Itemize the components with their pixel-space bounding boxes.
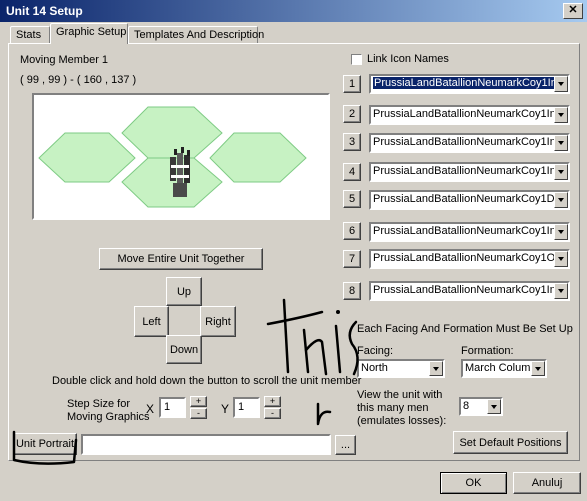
unit-portrait-button[interactable]: Unit Portrait [13,433,77,455]
moving-member-label: Moving Member 1 [20,54,109,66]
chevron-down-icon[interactable] [554,251,568,267]
chevron-down-icon[interactable] [429,361,443,376]
set-default-positions-button[interactable]: Set Default Positions [453,431,568,454]
link-icon-names-checkbox[interactable] [351,54,362,65]
facing-formation-note: Each Facing And Formation Must Be Set Up [357,323,573,335]
hex-grid [38,106,307,208]
member-5-button[interactable]: 5 [343,190,361,208]
chevron-down-icon[interactable] [554,283,568,299]
member-3-value: PrussiaLandBatallionNeumarkCoy1InfantryI [373,136,570,148]
view-men-label-line3: (emulates losses): [357,415,447,427]
left-button[interactable]: Left [134,306,169,337]
member-4-value: PrussiaLandBatallionNeumarkCoy1InfantryI [373,165,570,177]
formation-label: Formation: [461,345,514,357]
step-y-increment[interactable]: + [264,396,281,407]
member-2-button[interactable]: 2 [343,105,361,123]
member-8-value: PrussiaLandBatallionNeumarkCoy1InfantryI [373,284,570,296]
chevron-down-icon[interactable] [554,76,568,92]
step-y-label: Y [221,402,230,416]
unit-portrait-path-field[interactable] [81,434,331,455]
chevron-down-icon[interactable] [554,192,568,208]
step-x-label: X [146,402,155,416]
facing-value: North [361,362,388,374]
step-x-input[interactable]: 1 [159,397,186,418]
scroll-hint: Double click and hold down the button to… [52,375,362,387]
window-title: Unit 14 Setup [6,4,83,18]
member-1-button[interactable]: 1 [343,75,361,93]
member-6-button[interactable]: 6 [343,222,361,240]
view-men-label-line2: this many men [357,402,429,414]
member-7-value: PrussiaLandBatallionNeumarkCoy1OfficerIr [373,252,570,264]
step-x-decrement[interactable]: - [190,408,207,419]
member-coords: ( 99 , 99 ) - ( 160 , 137 ) [20,74,137,86]
member-3-button[interactable]: 3 [343,133,361,151]
facing-select[interactable]: North [357,359,445,378]
right-button[interactable]: Right [200,306,236,337]
close-button[interactable]: ✕ [563,3,583,19]
hex-right [209,132,307,183]
member-5-select[interactable]: PrussiaLandBatallionNeumarkCoy1Drumme [369,190,570,210]
chevron-down-icon[interactable] [487,399,501,414]
member-4-button[interactable]: 4 [343,163,361,181]
member-6-select[interactable]: PrussiaLandBatallionNeumarkCoy1InfantryI [369,222,570,242]
down-button[interactable]: Down [166,335,202,364]
men-count-select[interactable]: 8 [459,397,503,416]
member-5-value: PrussiaLandBatallionNeumarkCoy1Drumme [373,193,570,205]
step-size-label-line2: Moving Graphics [67,411,150,423]
title-bar [0,0,587,22]
unit-preview[interactable] [32,93,330,220]
member-7-button[interactable]: 7 [343,250,361,268]
chevron-down-icon[interactable] [531,361,545,376]
step-x-increment[interactable]: + [190,396,207,407]
chevron-down-icon[interactable] [554,224,568,240]
hex-left [38,132,136,183]
up-button[interactable]: Up [166,277,202,306]
portrait-browse-button[interactable]: ... [335,435,356,455]
men-count-value: 8 [463,400,470,412]
chevron-down-icon[interactable] [554,135,568,151]
member-4-select[interactable]: PrussiaLandBatallionNeumarkCoy1InfantryI [369,162,570,182]
tab-graphic-setup[interactable]: Graphic Setup [50,23,128,44]
member-8-select[interactable]: PrussiaLandBatallionNeumarkCoy1InfantryI [369,281,570,301]
member-8-button[interactable]: 8 [343,282,361,300]
hex-top [121,106,223,159]
chevron-down-icon[interactable] [554,107,568,123]
member-2-value: PrussiaLandBatallionNeumarkCoy1InfantryI [373,108,570,120]
member-3-select[interactable]: PrussiaLandBatallionNeumarkCoy1InfantryI [369,133,570,153]
tab-templates-and-description[interactable]: Templates And Description [128,26,264,44]
member-1-select[interactable]: PrussiaLandBatallionNeumarkCoy1Infantry [369,74,570,94]
facing-label: Facing: [357,345,394,357]
ok-button[interactable]: OK [440,472,507,494]
member-6-value: PrussiaLandBatallionNeumarkCoy1InfantryI [373,225,570,237]
move-entire-unit-button[interactable]: Move Entire Unit Together [99,248,263,270]
step-size-label-line1: Step Size for [67,398,130,410]
step-y-input[interactable]: 1 [233,397,260,418]
chevron-down-icon[interactable] [554,164,568,180]
formation-select[interactable]: March Column [461,359,547,378]
formation-value: March Column [465,362,537,374]
step-y-decrement[interactable]: - [264,408,281,419]
view-men-label-line1: View the unit with [357,389,443,401]
tab-stats[interactable]: Stats [10,26,50,44]
member-1-value: PrussiaLandBatallionNeumarkCoy1Infantry [373,77,568,89]
link-icon-names-label: Link Icon Names [367,53,449,65]
cancel-button[interactable]: Anuluj [513,472,581,494]
member-2-select[interactable]: PrussiaLandBatallionNeumarkCoy1InfantryI [369,105,570,125]
member-7-select[interactable]: PrussiaLandBatallionNeumarkCoy1OfficerIr [369,249,570,269]
